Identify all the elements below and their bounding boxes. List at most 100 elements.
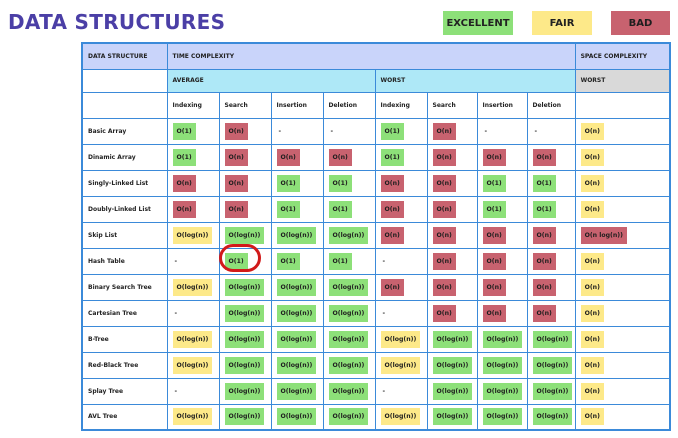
complexity-value: - [382,309,386,317]
complexity-cell: O(log(n)) [270,221,324,249]
complexity-cell: O(log(n)) [322,299,376,327]
complexity-value: O(n) [482,278,506,296]
complexity-cell: O(n) [476,143,528,171]
complexity-cell: O(n) [374,195,428,223]
highlight-circle [219,244,261,272]
complexity-value: O(log(n)) [432,382,473,400]
complexity-value: O(log(n)) [328,330,369,348]
complexity-value: O(log(n)) [224,226,265,244]
header-time-complexity: TIME COMPLEXITY [166,42,576,70]
subheader-worst: WORST [374,68,576,93]
complexity-cell: O(n) [374,169,428,197]
complexity-value: O(n) [328,148,352,166]
complexity-cell: O(log(n)) [374,351,428,379]
complexity-cell: O(log(n)) [270,351,324,379]
complexity-cell: - [374,247,428,275]
header-data-structure: DATA STRUCTURE [81,42,168,70]
complexity-value: O(1) [328,252,352,270]
complexity-cell: O(n) [574,273,671,301]
complexity-cell: O(log(n)) [322,377,376,405]
complexity-value: O(log(n)) [328,356,369,374]
complexity-cell: O(log(n)) [476,325,528,353]
complexity-cell: O(n) [426,143,478,171]
table-row: Dinamic Array O(1) O(n) O(n) O(n) O(1) O(n) O(n… [81,143,671,171]
complexity-cell: O(n) [526,273,576,301]
complexity-value: O(log(n)) [276,304,317,322]
row-label: Splay Tree [81,377,168,405]
complexity-cell: O(log(n)) [218,377,272,405]
complexity-cell: O(1) [374,143,428,171]
column-header: Search [218,91,272,119]
complexity-cell: O(1) [166,143,220,171]
complexity-value: O(1) [482,174,506,192]
table-row: Doubly-Linked List O(n) O(n) O(1) O(1) O(n) O(… [81,195,671,223]
complexity-value: O(log(n)) [276,382,317,400]
complexity-value: O(n) [580,356,604,374]
complexity-value: O(log(n)) [276,408,317,426]
column-header-space [574,91,671,119]
complexity-value: O(log(n)) [172,278,213,296]
complexity-value: O(1) [380,148,404,166]
complexity-value: O(log(n)) [532,330,573,348]
complexity-cell: O(n) [476,221,528,249]
complexity-cell: O(n) [476,299,528,327]
column-header: Indexing [374,91,428,119]
row-label: Dinamic Array [81,143,168,171]
complexity-cell: O(n) [426,247,478,275]
complexity-cell: O(log(n)) [166,221,220,249]
complexity-cell: O(log(n)) [526,377,576,405]
row-label: AVL Tree [81,403,168,431]
complexity-cell: - [166,247,220,275]
complexity-value: O(n) [580,148,604,166]
column-header: Insertion [270,91,324,119]
complexity-value: O(log(n)) [482,356,523,374]
complexity-value: O(n) [224,122,248,140]
complexity-value: O(log(n)) [224,382,265,400]
complexity-cell: O(n) [166,169,220,197]
complexity-value: O(n) [380,226,404,244]
complexity-cell: O(n) [574,403,671,431]
complexity-cell: O(log(n)) [218,273,272,301]
complexity-cell: O(log(n)) [270,377,324,405]
complexity-value: O(n) [580,304,604,322]
complexity-cell: O(n) [574,195,671,223]
row-label: Hash Table [81,247,168,275]
complexity-value: O(log(n)) [328,382,369,400]
complexity-value: O(n) [224,174,248,192]
complexity-cell: O(log(n)) [270,299,324,327]
complexity-cell: O(log(n)) [270,325,324,353]
subheader-space-worst: WORST [574,68,671,93]
complexity-cell: O(1) [270,247,324,275]
legend-bad: BAD [611,11,670,35]
column-header-blank [81,91,168,119]
complexity-cell: O(n) [270,143,324,171]
complexity-cell: - [526,117,576,145]
complexity-value: O(n) [532,226,556,244]
complexity-cell: O(log(n)) [374,325,428,353]
complexity-value: O(log(n)) [224,278,265,296]
complexity-cell: O(log(n)) [218,403,272,431]
complexity-value: O(n) [432,226,456,244]
complexity-cell: O(n) [574,169,671,197]
complexity-value: - [382,387,386,395]
complexity-value: O(1) [482,200,506,218]
complexity-cell: O(log(n)) [426,403,478,431]
complexity-cell: O(log(n)) [322,273,376,301]
table-row: Basic Array O(1) O(n) - - O(1) O(n) - - O(n) [81,117,671,145]
complexity-value: O(log(n)) [482,408,523,426]
complexity-value: - [174,257,178,265]
row-label: Doubly-Linked List [81,195,168,223]
complexity-value: O(n) [482,148,506,166]
complexity-value: O(log(n)) [380,408,421,426]
complexity-value: O(n) [380,278,404,296]
subheader-average: AVERAGE [166,68,376,93]
complexity-value: O(n) [482,252,506,270]
complexity-cell: O(n) [218,117,272,145]
complexity-value: O(n) [172,174,196,192]
complexity-value: O(log(n)) [224,356,265,374]
row-label: B-Tree [81,325,168,353]
complexity-cell: O(n) [218,169,272,197]
complexity-cell: O(1) [322,247,376,275]
complexity-value: - [330,127,334,135]
complexity-value: O(log(n)) [328,278,369,296]
